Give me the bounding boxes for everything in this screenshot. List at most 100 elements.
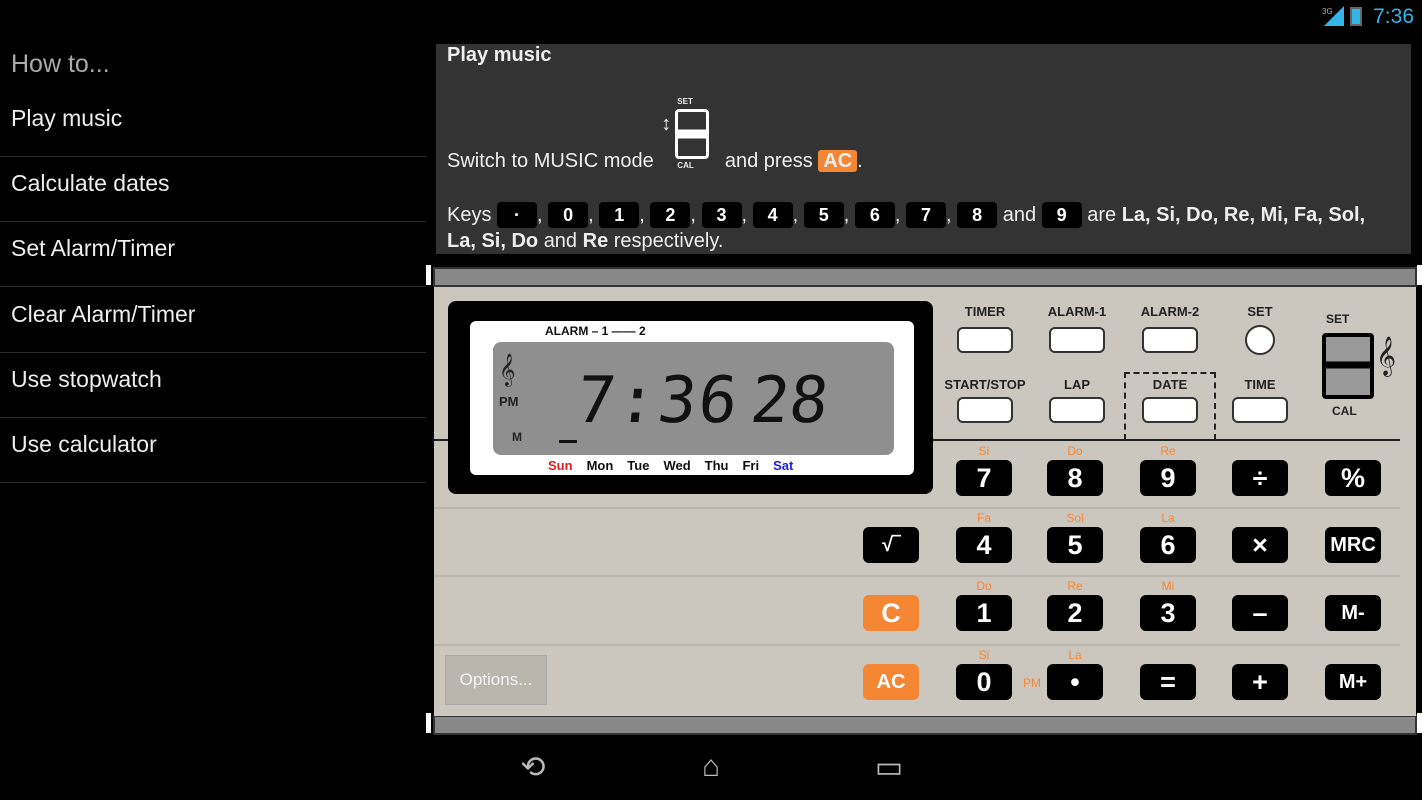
start-stop-button[interactable]: [957, 397, 1013, 423]
key-4[interactable]: 4: [956, 527, 1012, 563]
sidebar-item-calculate-dates[interactable]: Calculate dates: [0, 157, 426, 222]
key-icon: 0: [548, 202, 589, 228]
divider: [434, 575, 1400, 577]
sidebar-item-clear-alarm[interactable]: Clear Alarm/Timer: [0, 288, 426, 353]
clock: 7:36: [1373, 5, 1414, 28]
label: TIMER: [964, 304, 1006, 319]
key-icon: ·: [497, 202, 538, 228]
note-label: La: [1068, 648, 1082, 662]
key-M+[interactable]: M+: [1325, 664, 1381, 700]
drag-handle[interactable]: [1417, 265, 1422, 285]
key-1[interactable]: 1: [956, 595, 1012, 631]
key-icon: 8: [957, 202, 998, 228]
key-7[interactable]: 7: [956, 460, 1012, 496]
text: and: [1002, 204, 1037, 226]
display: ALARM – 1 —— 2 𝄞 PM M 7:36 28 Sun Mon Tue W…: [448, 301, 933, 494]
key-=[interactable]: =: [1140, 664, 1196, 700]
alarm-indicator: ALARM – 1 —— 2: [545, 324, 646, 338]
key-–[interactable]: –: [1232, 595, 1288, 631]
note-label: Do: [976, 579, 992, 593]
lcd-screen: 𝄞 PM M 7:36 28: [493, 342, 894, 455]
day-wed: Wed: [663, 458, 691, 473]
lap-button[interactable]: [1049, 397, 1105, 423]
key-+[interactable]: +: [1232, 664, 1288, 700]
timer-button[interactable]: [957, 327, 1013, 353]
day-mon: Mon: [586, 458, 614, 473]
set-button[interactable]: [1245, 325, 1275, 355]
back-button[interactable]: ⟲: [508, 750, 558, 790]
day-tue: Tue: [627, 458, 650, 473]
key-M-[interactable]: M-: [1325, 595, 1381, 631]
mode-switch-icon: SET ↕ CAL: [659, 97, 719, 170]
key-icon: 4: [752, 202, 793, 228]
note-label: Si: [978, 648, 990, 662]
note-label: Si: [978, 444, 990, 458]
home-button[interactable]: ⌂: [686, 750, 736, 790]
key-icon: 9: [1041, 202, 1082, 228]
time-button[interactable]: [1232, 397, 1288, 423]
drag-handle[interactable]: [426, 713, 431, 733]
help-line-2: Keys ·, 0, 1, 2, 3, 4, 5, 6, 7, 8 and 9 …: [447, 202, 1366, 252]
label: LAP: [1064, 377, 1090, 392]
music-clef-icon: 𝄞: [499, 354, 516, 385]
key-icon: 2: [650, 202, 691, 228]
note-label: Do: [1067, 444, 1083, 458]
key-•[interactable]: •: [1047, 664, 1103, 700]
sidebar-item-play-music[interactable]: Play music: [0, 92, 426, 157]
key-AC[interactable]: AC: [863, 664, 919, 700]
label: ALARM-1: [1047, 304, 1107, 319]
alarm-1-button[interactable]: [1049, 327, 1105, 353]
recent-apps-button[interactable]: ▭: [864, 750, 914, 790]
text: Keys: [447, 204, 492, 226]
text: La, Si, Do: [447, 230, 539, 252]
switch-set-label: SET: [677, 97, 693, 106]
calculator-body: ALARM – 1 —— 2 𝄞 PM M 7:36 28 Sun Mon Tue W…: [434, 287, 1416, 716]
sidebar-item-stopwatch[interactable]: Use stopwatch: [0, 353, 426, 418]
m-indicator: M: [512, 430, 522, 444]
key-icon: 1: [599, 202, 640, 228]
key-icon: 7: [906, 202, 947, 228]
alarm-2-button[interactable]: [1142, 327, 1198, 353]
key-√‾[interactable]: √‾: [863, 527, 919, 563]
status-bar: 3G 7:36: [0, 0, 1422, 34]
text: and: [543, 230, 578, 252]
divider: [434, 507, 1400, 509]
calculator-bottom-edge: [433, 715, 1417, 735]
note-label: Re: [1160, 444, 1176, 458]
divider: [434, 644, 1400, 646]
key-0[interactable]: 0: [956, 664, 1012, 700]
key-3[interactable]: 3: [1140, 595, 1196, 631]
key-9[interactable]: 9: [1140, 460, 1196, 496]
time-digits: 7:36: [573, 364, 744, 438]
seconds-digits: 28: [747, 364, 832, 438]
battery-charging-icon: [1350, 7, 1362, 26]
help-title: Play music: [447, 44, 552, 66]
key-÷[interactable]: ÷: [1232, 460, 1288, 496]
text: Re: [582, 230, 609, 252]
key-C[interactable]: C: [863, 595, 919, 631]
key-MRC[interactable]: MRC: [1325, 527, 1381, 563]
date-highlight: [1124, 372, 1216, 440]
options-button[interactable]: Options...: [445, 655, 547, 705]
key-2[interactable]: 2: [1047, 595, 1103, 631]
text: respectively.: [613, 230, 724, 252]
sidebar-item-calculator[interactable]: Use calculator: [0, 418, 426, 483]
label: TIME: [1244, 377, 1276, 392]
key-6[interactable]: 6: [1140, 527, 1196, 563]
key-8[interactable]: 8: [1047, 460, 1103, 496]
key-%[interactable]: %: [1325, 460, 1381, 496]
mode-switch[interactable]: [1322, 333, 1374, 399]
key-5[interactable]: 5: [1047, 527, 1103, 563]
note-label: Sol: [1066, 511, 1084, 525]
drag-handle[interactable]: [426, 265, 431, 285]
text: are: [1087, 204, 1117, 226]
note-label: Fa: [976, 511, 991, 525]
label: ALARM-2: [1140, 304, 1200, 319]
sidebar-item-set-alarm[interactable]: Set Alarm/Timer: [0, 222, 426, 287]
calculator-top-edge: [433, 267, 1417, 287]
key-×[interactable]: ×: [1232, 527, 1288, 563]
day-fri: Fri: [742, 458, 760, 473]
label: START/STOP: [944, 377, 1026, 392]
drag-handle[interactable]: [1417, 713, 1422, 733]
help-panel: Play music Switch to MUSIC mode SET ↕ CA…: [436, 44, 1411, 254]
